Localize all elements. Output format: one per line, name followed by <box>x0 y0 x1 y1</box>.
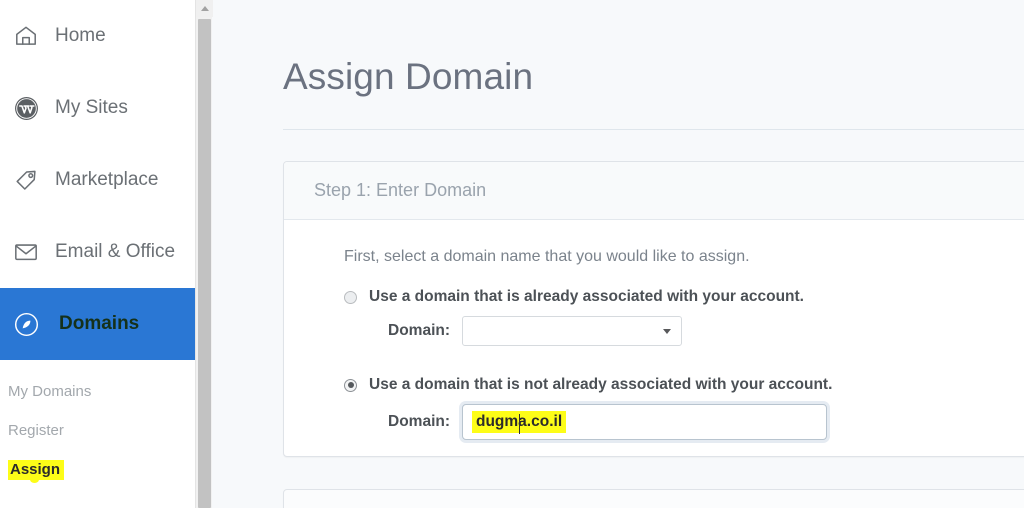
scroll-up-arrow-icon[interactable] <box>196 0 213 17</box>
sidebar-item-domains[interactable]: Domains <box>0 288 195 360</box>
sidebar-item-marketplace[interactable]: Marketplace <box>0 144 195 216</box>
step-2-panel <box>283 489 1024 508</box>
new-domain-input[interactable]: dugma.co.il <box>462 404 827 440</box>
new-domain-field-label: Domain: <box>388 413 450 430</box>
panel-body: First, select a domain name that you wou… <box>284 220 1024 440</box>
sidebar-item-assign[interactable]: Assign <box>0 450 195 489</box>
sidebar-subnav: My Domains Register Assign <box>0 360 195 489</box>
sidebar-item-label: Marketplace <box>55 169 159 190</box>
step-1-panel: Step 1: Enter Domain First, select a dom… <box>283 161 1024 457</box>
scrollbar-thumb[interactable] <box>198 19 211 508</box>
option-new-domain-label: Use a domain that is not already associa… <box>369 376 833 393</box>
lead-text: First, select a domain name that you wou… <box>344 248 750 265</box>
new-domain-field-row: Domain: dugma.co.il <box>388 404 1024 440</box>
page-title: Assign Domain <box>283 56 534 97</box>
sidebar-subitem-label: My Domains <box>8 383 92 400</box>
wordpress-icon <box>12 94 40 122</box>
envelope-icon <box>12 238 40 266</box>
existing-domain-field-label: Domain: <box>388 322 450 339</box>
compass-icon <box>12 310 40 338</box>
radio-new-domain[interactable] <box>344 378 357 392</box>
radio-existing-domain[interactable] <box>344 290 357 304</box>
sidebar-item-label: My Sites <box>55 97 128 118</box>
home-icon <box>12 22 40 50</box>
sidebar-subitem-label: Register <box>8 422 64 439</box>
sidebar-item-label: Domains <box>55 312 145 337</box>
sidebar-subitem-label: Assign <box>8 459 65 483</box>
sidebar-item-label: Email & Office <box>55 241 176 262</box>
option-existing-domain-label: Use a domain that is already associated … <box>369 288 804 305</box>
title-divider <box>283 129 1024 130</box>
sidebar-item-email-office[interactable]: Email & Office <box>0 216 195 288</box>
existing-domain-select[interactable] <box>462 316 682 346</box>
text-cursor <box>519 414 520 434</box>
tag-icon <box>12 166 40 194</box>
app-root: Home My Sites Marketplace Email & Office… <box>0 0 1024 508</box>
option-existing-domain[interactable]: Use a domain that is already associated … <box>344 288 1024 306</box>
sidebar-item-my-domains[interactable]: My Domains <box>0 372 195 411</box>
chevron-down-icon <box>663 329 671 334</box>
panel-header: Step 1: Enter Domain <box>284 162 1024 220</box>
sidebar-item-register[interactable]: Register <box>0 411 195 450</box>
option-new-domain[interactable]: Use a domain that is not already associa… <box>344 376 1024 394</box>
sidebar: Home My Sites Marketplace Email & Office… <box>0 0 195 508</box>
sidebar-item-my-sites[interactable]: My Sites <box>0 72 195 144</box>
main-content: Assign Domain Step 1: Enter Domain First… <box>195 0 1024 508</box>
step-header-title: Step 1: Enter Domain <box>314 180 487 200</box>
existing-domain-field-row: Domain: <box>388 316 1024 346</box>
sidebar-item-home[interactable]: Home <box>0 0 195 72</box>
vertical-scrollbar[interactable] <box>195 0 213 508</box>
sidebar-item-label: Home <box>55 25 106 46</box>
